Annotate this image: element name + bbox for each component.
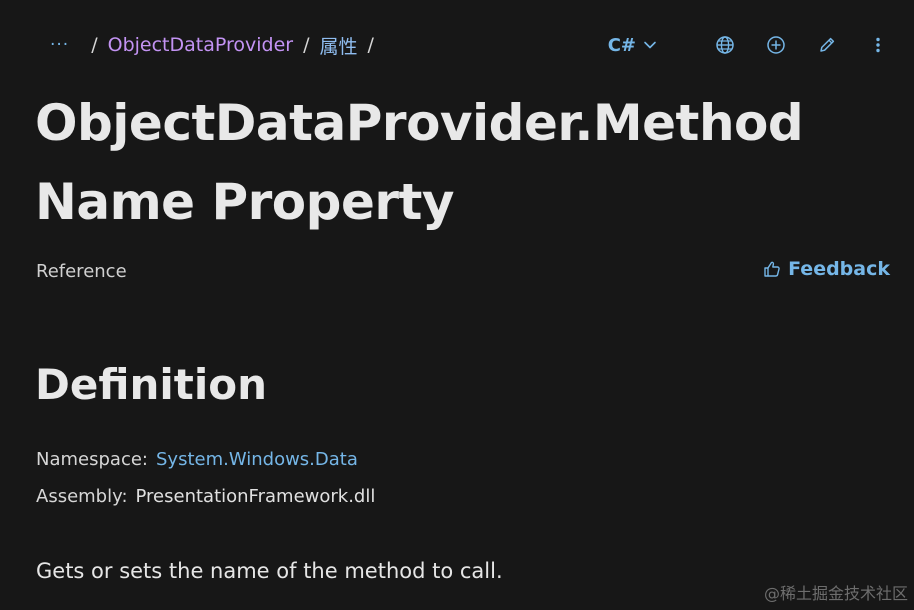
reference-label: Reference [36,261,127,282]
breadcrumb: ··· / ObjectDataProvider / 属性 / [50,28,384,62]
breadcrumb-separator: / [367,34,374,56]
page-title-line-2: Name Property [35,173,455,231]
chevron-down-icon [644,41,656,49]
page-title-line-1: ObjectDataProvider.Method [35,94,804,152]
page-title: ObjectDataProvider.Method Name Property [35,84,875,242]
feedback-button[interactable]: Feedback [762,258,890,280]
docs-page: ··· / ObjectDataProvider / 属性 / C# Objec… [0,0,914,610]
more-vertical-icon [876,37,880,53]
breadcrumb-more-button[interactable]: ··· [50,35,69,55]
breadcrumb-item-properties[interactable]: 属性 [320,32,358,59]
language-label: C# [607,34,636,56]
breadcrumb-separator: / [91,34,98,56]
add-circle-icon [767,36,785,54]
breadcrumb-item-objectdataprovider[interactable]: ObjectDataProvider [108,34,293,56]
summary-text: Gets or sets the name of the method to c… [36,559,503,583]
watermark: @稀土掘金技术社区 [763,584,908,603]
edit-button[interactable] [815,33,839,57]
assembly-label: Assembly: [36,486,128,507]
globe-icon [716,36,734,54]
thumbs-up-icon [764,261,780,277]
top-bar: ··· / ObjectDataProvider / 属性 / C# [0,28,914,62]
definition-heading: Definition [35,360,268,409]
globe-button[interactable] [713,33,737,57]
feedback-label: Feedback [788,258,890,280]
language-selector[interactable]: C# [608,35,658,56]
page-actions: C# [608,28,890,62]
add-collection-button[interactable] [764,33,788,57]
assembly-row: Assembly: PresentationFramework.dll [36,486,375,507]
edit-icon [820,37,835,52]
namespace-link[interactable]: System.Windows.Data [156,449,358,470]
breadcrumb-separator: / [303,34,310,56]
title-subrow: Reference Feedback [36,258,890,288]
more-options-button[interactable] [866,33,890,57]
namespace-row: Namespace: System.Windows.Data [36,449,358,470]
assembly-value: PresentationFramework.dll [135,486,376,507]
namespace-label: Namespace: [36,449,148,470]
